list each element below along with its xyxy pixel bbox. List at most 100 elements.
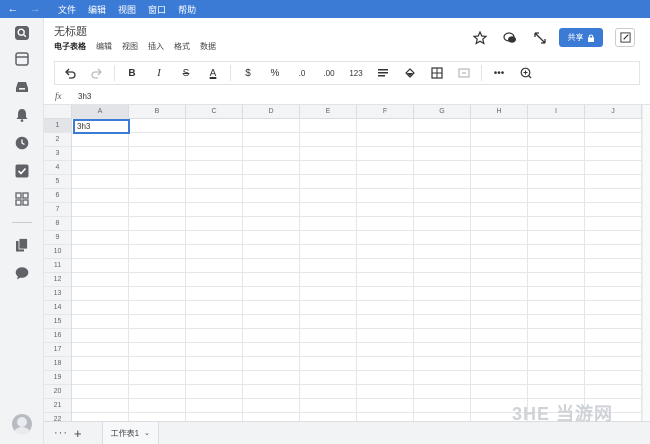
row-header[interactable]: 21 [44,399,71,413]
italic-button[interactable]: I [148,64,170,82]
document-title[interactable]: 无标题 [54,23,87,39]
column-header[interactable]: D [243,105,300,119]
grid-line [356,119,357,421]
row-header[interactable]: 6 [44,189,71,203]
doc-menu-format[interactable]: 格式 [174,41,190,52]
redo-icon[interactable] [86,64,108,82]
select-all-corner[interactable] [44,105,72,119]
back-arrow-icon[interactable]: ← [6,3,20,15]
share-button[interactable]: 共享 [559,28,603,47]
row-header[interactable]: 7 [44,203,71,217]
formula-input[interactable]: 3h3 [78,92,91,101]
documents-icon[interactable] [15,238,29,252]
doc-menu-data[interactable]: 数据 [200,41,216,52]
grid-line [72,146,642,147]
currency-format-button[interactable]: $ [237,64,259,82]
column-header[interactable]: A [72,105,129,119]
borders-icon[interactable] [426,64,448,82]
grid-line [72,398,642,399]
column-header[interactable]: I [528,105,585,119]
percent-format-button[interactable]: % [264,64,286,82]
edit-button[interactable] [615,28,635,47]
column-header[interactable]: B [129,105,186,119]
column-header[interactable]: F [357,105,414,119]
doc-menu-insert[interactable]: 插入 [148,41,164,52]
row-header[interactable]: 15 [44,315,71,329]
grid-line [72,230,642,231]
grid-line [72,370,642,371]
calendar-icon[interactable] [15,52,29,66]
column-header[interactable]: C [186,105,243,119]
grid-line [72,328,642,329]
align-icon[interactable] [372,64,394,82]
strikethrough-button[interactable]: S [175,64,197,82]
doc-menu-edit[interactable]: 编辑 [96,41,112,52]
sheet-menu-button[interactable]: ··· [54,427,68,439]
comments-icon[interactable] [502,30,518,46]
row-header[interactable]: 16 [44,329,71,343]
row-header[interactable]: 14 [44,301,71,315]
row-header[interactable]: 12 [44,273,71,287]
doc-menu-view[interactable]: 视图 [122,41,138,52]
row-header[interactable]: 19 [44,371,71,385]
row-header[interactable]: 1 [44,119,71,133]
text-color-button[interactable]: A [202,64,224,82]
row-header[interactable]: 11 [44,259,71,273]
column-header[interactable]: E [300,105,357,119]
row-header[interactable]: 4 [44,161,71,175]
search-icon[interactable] [15,26,29,40]
column-header[interactable]: G [414,105,471,119]
column-header[interactable]: J [585,105,642,119]
number-format-button[interactable]: 123 [345,64,367,82]
vertical-scrollbar[interactable] [642,105,650,421]
row-header[interactable]: 22 [44,413,71,421]
avatar[interactable] [12,414,32,434]
forward-arrow-icon[interactable]: → [28,3,42,15]
row-header[interactable]: 13 [44,287,71,301]
insert-function-icon[interactable] [515,64,537,82]
active-cell[interactable]: 3h3 [73,119,130,134]
more-options-button[interactable]: ••• [488,64,510,82]
increase-decimal-button[interactable]: .00 [318,64,340,82]
row-header[interactable]: 3 [44,147,71,161]
share-button-label: 共享 [567,33,584,42]
add-sheet-button[interactable]: + [74,426,82,441]
menu-edit[interactable]: 编辑 [88,3,106,16]
merge-cells-icon[interactable] [453,64,475,82]
spreadsheet-grid[interactable]: ABCDEFGHIJ 1 2 3 4 5 6 7 8 9 10 11 12 13 14 15 16 17 18 19… [44,105,642,421]
row-header[interactable]: 17 [44,343,71,357]
grid-line [72,342,642,343]
doc-menu-spreadsheet[interactable]: 电子表格 [54,41,86,52]
menu-view[interactable]: 视图 [118,3,136,16]
checkbox-icon[interactable] [15,164,29,178]
bell-icon[interactable] [15,108,29,122]
menu-file[interactable]: 文件 [58,3,76,16]
inbox-icon[interactable] [15,80,29,94]
chevron-down-icon[interactable]: ⌄ [144,429,150,437]
chat-bubble-icon[interactable] [15,266,29,280]
decrease-decimal-button[interactable]: .0 [291,64,313,82]
sidebar-divider [12,222,32,223]
row-header[interactable]: 8 [44,217,71,231]
bold-button[interactable]: B [121,64,143,82]
sheet-tab[interactable]: 工作表1 ⌄ [101,421,159,444]
star-icon[interactable] [472,30,488,46]
row-header[interactable]: 18 [44,357,71,371]
toolbar-divider [481,65,482,81]
clock-icon[interactable] [15,136,29,150]
row-header[interactable]: 5 [44,175,71,189]
menu-window[interactable]: 窗口 [148,3,166,16]
apps-grid-icon[interactable] [15,192,29,206]
fill-color-icon[interactable] [399,64,421,82]
grid-line [72,174,642,175]
grid-line [72,286,642,287]
pencil-icon [619,32,631,43]
expand-icon[interactable] [532,30,548,46]
row-header[interactable]: 9 [44,231,71,245]
row-header[interactable]: 2 [44,133,71,147]
row-header[interactable]: 20 [44,385,71,399]
column-header[interactable]: H [471,105,528,119]
undo-icon[interactable] [59,64,81,82]
menu-help[interactable]: 帮助 [178,3,196,16]
row-header[interactable]: 10 [44,245,71,259]
